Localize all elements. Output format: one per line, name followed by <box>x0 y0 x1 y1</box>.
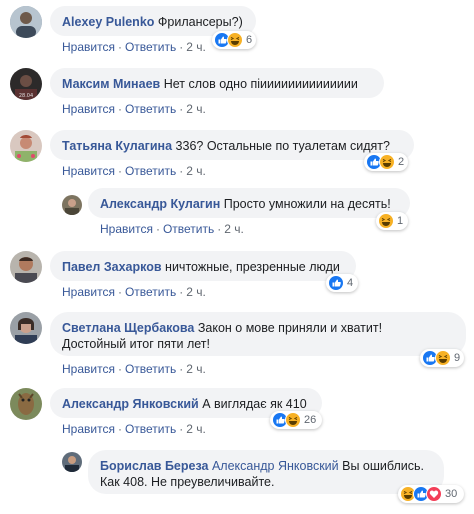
comment-author[interactable]: Александр Янковский <box>62 397 199 411</box>
comment-text: ничтожные, презренные люди <box>165 260 340 274</box>
comment-author[interactable]: Татьяна Кулагина <box>62 139 172 153</box>
reaction-count: 6 <box>246 34 253 46</box>
comment-bubble: Борислав Береза Александр Янковский Вы о… <box>88 450 444 494</box>
comment-time[interactable]: 2 ч. <box>186 362 206 376</box>
reaction-count: 30 <box>445 488 458 500</box>
reply-link[interactable]: Ответить <box>125 164 176 178</box>
comment-time[interactable]: 2 ч. <box>186 102 206 116</box>
comment-bubble: Светлана Щербакова Закон о мове приняли … <box>50 312 466 356</box>
svg-text:28.04: 28.04 <box>19 93 33 99</box>
comment-text-line2: Как 408. Не преувеличивайте. <box>100 475 275 489</box>
comment-time[interactable]: 2 ч. <box>186 40 206 54</box>
comment-bubble: Татьяна Кулагина 336? Остальные по туале… <box>50 130 414 160</box>
reaction-summary[interactable]: 26 <box>270 411 322 429</box>
comment-time[interactable]: 2 ч. <box>186 164 206 178</box>
reaction-summary[interactable]: 30 <box>398 485 464 503</box>
comment-actions: Нравится · Ответить · 2 ч. <box>62 362 206 376</box>
avatar[interactable] <box>10 130 42 162</box>
like-reaction-icon <box>328 275 344 291</box>
comment-text: А виглядає як 410 <box>202 397 307 411</box>
comment-actions: Нравится · Ответить · 2 ч. <box>62 285 206 299</box>
avatar[interactable] <box>62 195 82 215</box>
reply-link[interactable]: Ответить <box>125 285 176 299</box>
love-reaction-icon <box>426 486 442 502</box>
reaction-count: 4 <box>347 277 354 289</box>
reaction-count: 26 <box>304 414 317 426</box>
avatar[interactable] <box>10 312 42 344</box>
like-link[interactable]: Нравится <box>62 422 115 436</box>
comment-actions: Нравится · Ответить · 2 ч. <box>62 164 206 178</box>
haha-reaction-icon <box>379 154 395 170</box>
reply-link[interactable]: Ответить <box>125 362 176 376</box>
reaction-count: 9 <box>454 352 461 364</box>
comment-text: 336? Остальные по туалетам сидят? <box>175 139 390 153</box>
reply-link[interactable]: Ответить <box>125 40 176 54</box>
avatar[interactable] <box>10 251 42 283</box>
comment-text: Закон о мове приняли и хватит! <box>197 321 383 335</box>
avatar[interactable]: 28.04 <box>10 68 42 100</box>
reaction-summary[interactable]: 1 <box>376 212 408 230</box>
comment-author[interactable]: Светлана Щербакова <box>62 321 194 335</box>
like-link[interactable]: Нравится <box>62 102 115 116</box>
haha-reaction-icon <box>378 213 394 229</box>
avatar[interactable] <box>62 452 82 472</box>
reaction-summary[interactable]: 4 <box>326 274 358 292</box>
comment-actions: Нравится · Ответить · 2 ч. <box>62 40 206 54</box>
reply-link[interactable]: Ответить <box>163 222 214 236</box>
comment-text: Вы ошиблись. <box>342 459 425 473</box>
comment-author[interactable]: Павел Захарков <box>62 260 162 274</box>
reaction-summary[interactable]: 9 <box>420 349 464 367</box>
reaction-summary[interactable]: 6 <box>212 31 256 49</box>
comment-bubble: Максим Минаев Нет слов одно пiииииииииии… <box>50 68 384 98</box>
comment-author[interactable]: Alexey Pulenko <box>62 15 154 29</box>
like-link[interactable]: Нравится <box>62 362 115 376</box>
comment-text: Просто умножили на десять! <box>223 197 391 211</box>
comment-author[interactable]: Борислав Береза <box>100 459 208 473</box>
comment-time[interactable]: 2 ч. <box>186 285 206 299</box>
comment-bubble: Александр Кулагин Просто умножили на дес… <box>88 188 410 218</box>
comment-actions: Нравится · Ответить · 2 ч. <box>62 422 206 436</box>
haha-reaction-icon <box>285 412 301 428</box>
reply-link[interactable]: Ответить <box>125 102 176 116</box>
comment-actions: Нравится · Ответить · 2 ч. <box>62 102 206 116</box>
comment-time[interactable]: 2 ч. <box>186 422 206 436</box>
comment-text-line2: Достойный итог пяти лет! <box>62 337 210 351</box>
comment-actions: Нравится · Ответить · 2 ч. <box>100 222 244 236</box>
haha-reaction-icon <box>435 350 451 366</box>
reaction-count: 2 <box>398 156 405 168</box>
comment-author[interactable]: Александр Кулагин <box>100 197 220 211</box>
comment-text: Фрилансеры?) <box>157 15 243 29</box>
mention-link[interactable]: Александр Янковский <box>212 459 339 473</box>
like-link[interactable]: Нравится <box>62 40 115 54</box>
like-link[interactable]: Нравится <box>100 222 153 236</box>
avatar[interactable] <box>10 388 42 420</box>
reaction-count: 1 <box>397 215 404 227</box>
comment-time[interactable]: 2 ч. <box>224 222 244 236</box>
haha-reaction-icon <box>227 32 243 48</box>
like-link[interactable]: Нравится <box>62 285 115 299</box>
comment-bubble: Павел Захарков ничтожные, презренные люд… <box>50 251 356 281</box>
reaction-summary[interactable]: 2 <box>364 153 408 171</box>
like-link[interactable]: Нравится <box>62 164 115 178</box>
reply-link[interactable]: Ответить <box>125 422 176 436</box>
comment-author[interactable]: Максим Минаев <box>62 77 160 91</box>
comment-text: Нет слов одно пiииииииииииииии <box>163 77 358 91</box>
avatar[interactable] <box>10 6 42 38</box>
